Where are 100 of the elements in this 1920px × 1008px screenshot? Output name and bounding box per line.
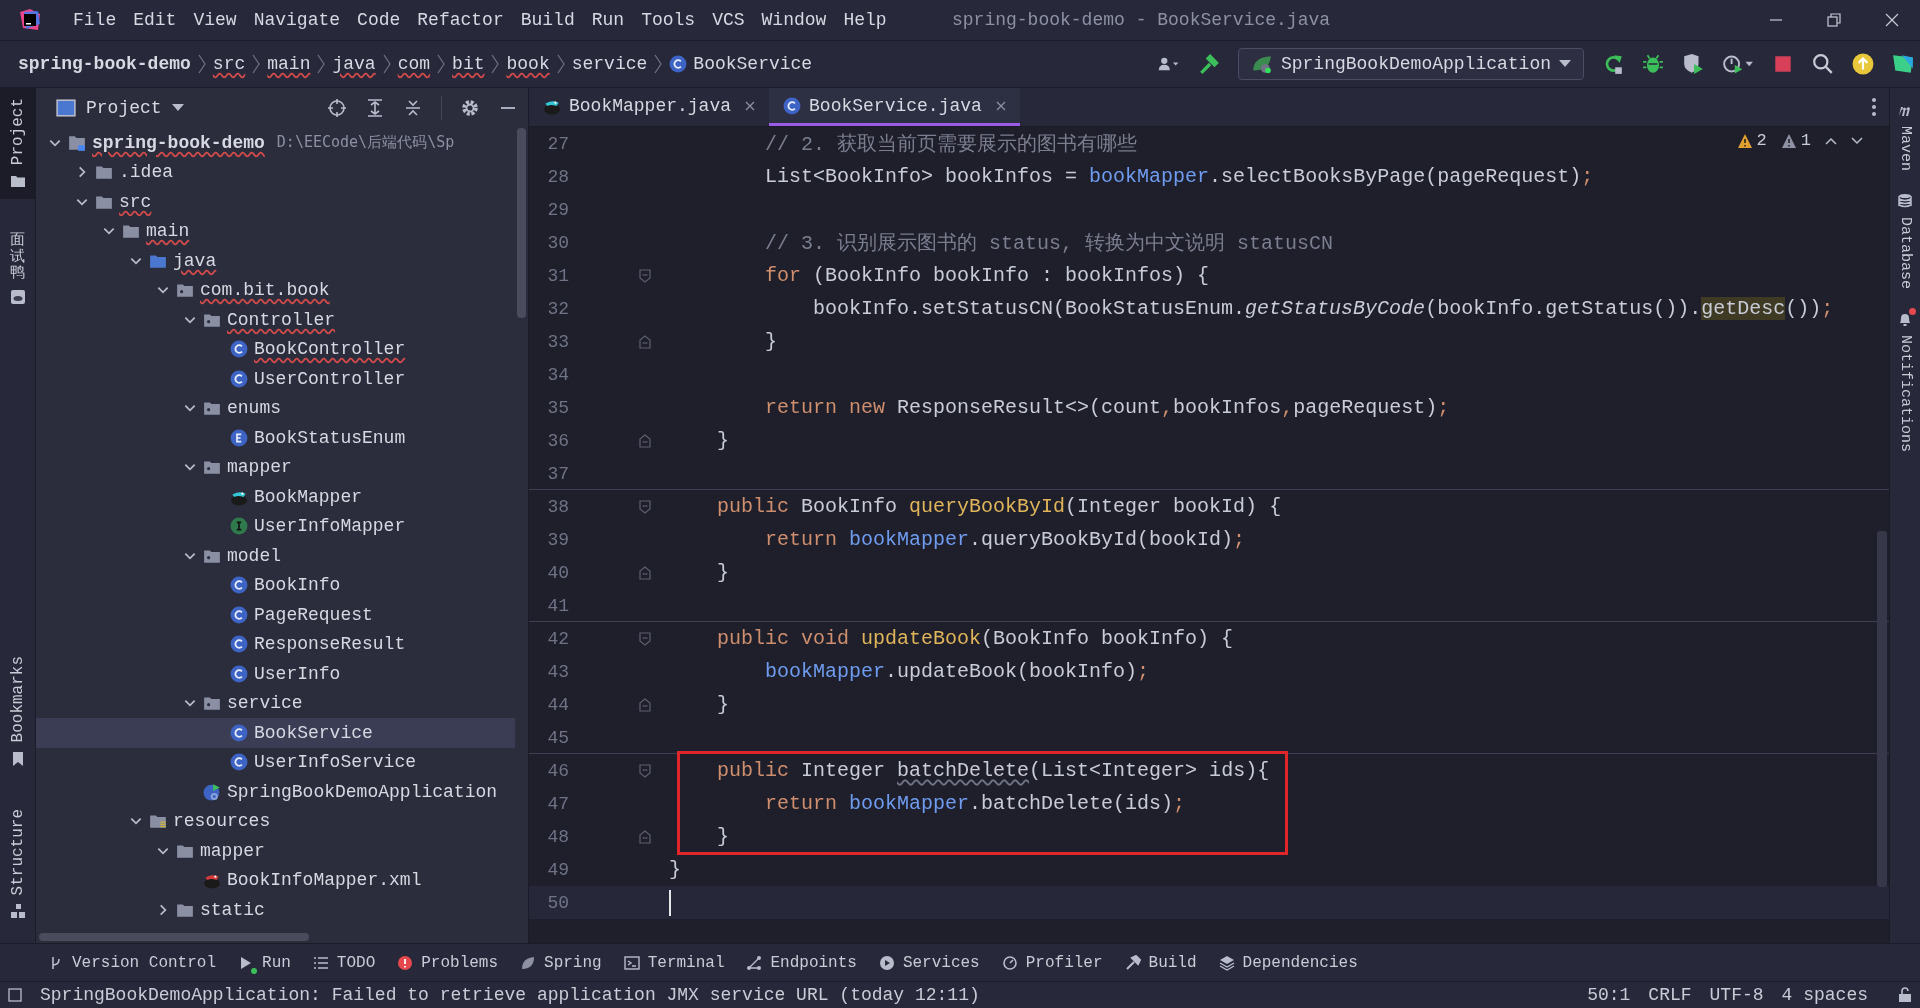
fold-icon[interactable] <box>639 499 651 514</box>
tree-item[interactable]: java <box>36 246 515 276</box>
tool-window-button[interactable]: Version Control <box>48 953 217 972</box>
tool-window-button[interactable]: Services <box>878 953 980 972</box>
run-configuration-dropdown[interactable]: SpringBookDemoApplication <box>1237 48 1584 80</box>
fold-icon[interactable] <box>639 565 651 580</box>
tree-item[interactable]: UserInfo <box>36 659 515 689</box>
lock-icon[interactable] <box>1898 987 1912 1003</box>
tree-item[interactable]: main <box>36 216 515 246</box>
tree-item[interactable]: static <box>36 895 515 925</box>
editor-tab[interactable]: BookMapper.java <box>529 88 770 126</box>
tool-window-button[interactable]: TODO <box>312 953 376 972</box>
fold-icon[interactable] <box>639 334 651 349</box>
tool-window-tab[interactable]: 面试鸭 <box>0 221 35 315</box>
collapse-all-icon[interactable] <box>403 98 423 118</box>
caret-position[interactable]: 50:1 <box>1587 985 1631 1005</box>
breadcrumb[interactable]: service <box>571 54 648 74</box>
menu-item[interactable]: Edit <box>126 8 184 32</box>
menu-item[interactable]: Run <box>584 8 632 32</box>
menu-item[interactable]: File <box>66 8 124 32</box>
scrollbar-thumb[interactable] <box>517 128 526 318</box>
tree-item[interactable]: BookStatusEnum <box>36 423 515 453</box>
tree-item[interactable]: com.bit.book <box>36 275 515 305</box>
tool-window-button[interactable]: Dependencies <box>1218 953 1358 972</box>
breadcrumb[interactable]: bit <box>452 54 485 74</box>
indent-setting[interactable]: 4 spaces <box>1781 985 1868 1005</box>
bug-icon[interactable] <box>1642 53 1664 75</box>
ide-logo-icon[interactable] <box>1892 53 1914 75</box>
profile-icon[interactable] <box>1722 53 1754 75</box>
tree-item[interactable]: UserController <box>36 364 515 394</box>
close-icon[interactable] <box>1884 12 1900 28</box>
breadcrumb[interactable]: src <box>212 54 246 74</box>
status-message[interactable]: SpringBookDemoApplication: Failed to retrieve application JMX service URL (today 12:11) <box>40 985 980 1005</box>
stop-icon[interactable] <box>1772 53 1794 75</box>
crosshair-icon[interactable] <box>327 98 347 118</box>
breadcrumb[interactable]: book <box>506 54 550 74</box>
breadcrumb[interactable]: spring-book-demo <box>18 54 191 74</box>
menu-item[interactable]: View <box>186 8 244 32</box>
breadcrumb[interactable]: java <box>332 54 376 74</box>
editor-tab[interactable]: BookService.java <box>769 88 1020 126</box>
tool-window-button[interactable]: Endpoints <box>746 953 857 972</box>
tree-item[interactable]: SpringBookDemoApplication <box>36 777 515 807</box>
tree-item[interactable]: BookService <box>36 718 515 748</box>
menu-item[interactable]: Window <box>754 8 834 32</box>
tree-item[interactable]: BookController <box>36 334 515 364</box>
hammer-icon[interactable] <box>1197 53 1220 75</box>
tool-window-button[interactable]: Build <box>1124 953 1197 972</box>
update-icon[interactable] <box>1852 53 1874 75</box>
menu-item[interactable]: VCS <box>705 8 752 32</box>
tool-window-button[interactable]: Run <box>238 953 291 972</box>
tool-window-button[interactable]: Terminal <box>623 953 725 972</box>
more-icon[interactable] <box>1871 97 1877 117</box>
tree-item[interactable]: ResponseResult <box>36 629 515 659</box>
warning-count[interactable]: 2 <box>1736 131 1767 150</box>
close-icon[interactable] <box>995 100 1006 111</box>
tree-item[interactable]: model <box>36 541 515 571</box>
close-icon[interactable] <box>745 100 756 111</box>
fold-icon[interactable] <box>639 763 651 778</box>
tree-item[interactable]: src <box>36 187 515 217</box>
expand-all-icon[interactable] <box>365 98 385 118</box>
tree-item[interactable]: service <box>36 688 515 718</box>
file-encoding[interactable]: UTF-8 <box>1709 985 1764 1005</box>
fold-icon[interactable] <box>639 433 651 448</box>
tree-item[interactable]: spring-book-demo D:\EECode\后端代码\Sp <box>36 128 515 158</box>
restore-icon[interactable] <box>1826 12 1842 28</box>
tree-item[interactable]: UserInfoService <box>36 747 515 777</box>
tool-window-button[interactable]: Problems <box>397 953 499 972</box>
fold-icon[interactable] <box>639 268 651 283</box>
fold-icon[interactable] <box>639 829 651 844</box>
settings-icon[interactable] <box>460 98 480 118</box>
tree-item[interactable]: mapper <box>36 836 515 866</box>
tool-window-button[interactable]: Spring <box>520 953 602 972</box>
tree-item[interactable]: enums <box>36 393 515 423</box>
tree-item[interactable]: UserInfoMapper <box>36 511 515 541</box>
tool-window-tab[interactable]: Maven <box>1890 102 1920 171</box>
menu-item[interactable]: Navigate <box>246 8 348 32</box>
weak-warning-count[interactable]: 1 <box>1780 131 1811 150</box>
coverage-icon[interactable] <box>1682 53 1704 75</box>
line-separator[interactable]: CRLF <box>1648 985 1692 1005</box>
tool-window-tab[interactable]: Project <box>0 88 35 200</box>
menu-item[interactable]: Tools <box>634 8 703 32</box>
search-icon[interactable] <box>1812 53 1834 75</box>
tree-item[interactable]: BookInfoMapper.xml <box>36 865 515 895</box>
tree-item[interactable]: PageRequest <box>36 600 515 630</box>
breadcrumb[interactable]: main <box>267 54 311 74</box>
menu-item[interactable]: Help <box>836 8 894 32</box>
tree-item[interactable]: BookInfo <box>36 570 515 600</box>
fold-icon[interactable] <box>639 631 651 646</box>
tree-item[interactable]: Controller <box>36 305 515 335</box>
tool-window-tab[interactable]: Notifications <box>1890 311 1920 453</box>
menu-item[interactable]: Code <box>350 8 408 32</box>
breadcrumb[interactable]: BookService <box>669 54 813 74</box>
tree-item[interactable]: .idea <box>36 157 515 187</box>
panel-toggle-icon[interactable] <box>8 988 22 1002</box>
tree-item[interactable]: resources <box>36 806 515 836</box>
menu-item[interactable]: Refactor <box>410 8 511 32</box>
tool-window-tab[interactable]: Bookmarks <box>0 646 35 777</box>
panel-title-dropdown[interactable]: Project <box>56 98 184 118</box>
menu-item[interactable]: Build <box>513 8 582 32</box>
tree-item[interactable]: mapper <box>36 452 515 482</box>
